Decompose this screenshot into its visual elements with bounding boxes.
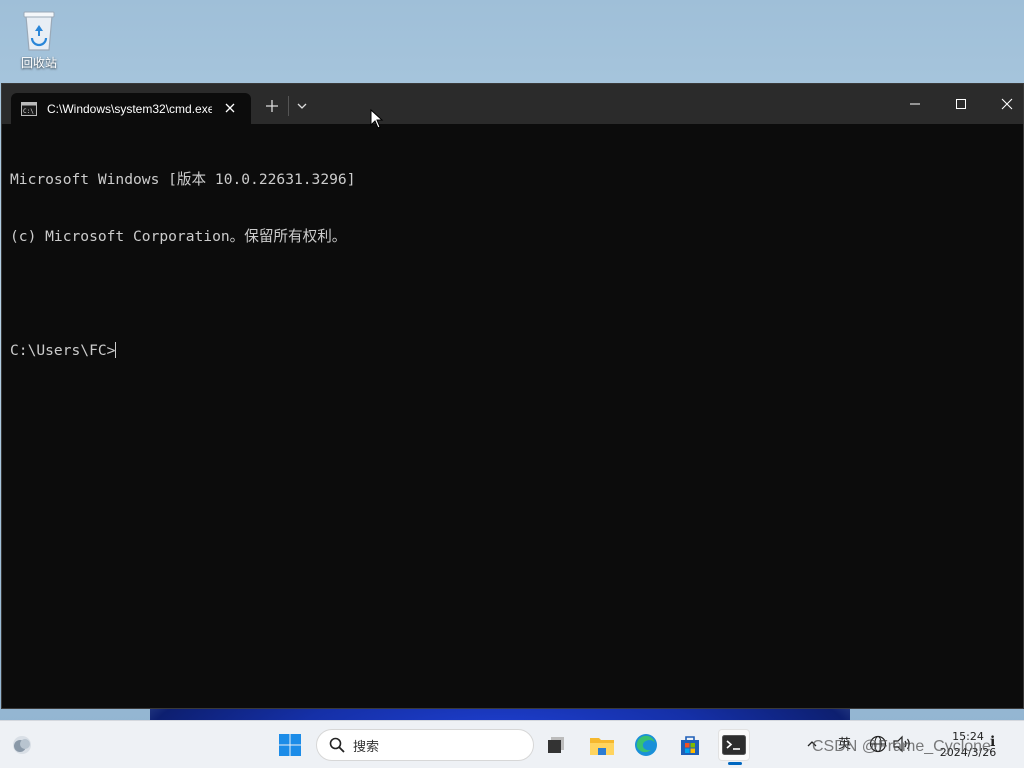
close-tab-icon[interactable]	[223, 101, 237, 115]
maximize-icon	[956, 99, 966, 109]
taskbar-search-box[interactable]: 搜索	[316, 729, 534, 761]
tab-title: C:\Windows\system32\cmd.exe	[47, 101, 212, 116]
close-window-button[interactable]	[984, 84, 1024, 124]
edge-icon	[635, 734, 657, 756]
recycle-bin-icon	[23, 11, 55, 51]
active-app-indicator	[728, 762, 742, 765]
task-view-icon	[548, 737, 564, 753]
close-icon	[1001, 98, 1013, 110]
watermark-text: CSDN @Frame_Cyclone	[812, 738, 991, 755]
task-view-button[interactable]	[540, 729, 572, 761]
prompt-line[interactable]: C:\Users\FC>	[10, 341, 1023, 360]
console-output[interactable]: Microsoft Windows [版本 10.0.22631.3296] (…	[10, 132, 1023, 708]
microsoft-store-button[interactable]	[674, 729, 706, 761]
search-icon	[329, 737, 345, 753]
folder-icon	[590, 738, 614, 755]
console-line: (c) Microsoft Corporation。保留所有权利。	[10, 228, 347, 245]
chevron-down-icon[interactable]	[296, 101, 308, 111]
minimize-icon	[910, 103, 920, 105]
maximize-button[interactable]	[938, 84, 984, 124]
terminal-taskbar-button[interactable]	[718, 729, 750, 765]
cmd-icon: C:\	[21, 101, 37, 116]
terminal-window[interactable]: C:\ C:\Windows\system32\cmd.exe Microsof…	[1, 83, 1024, 709]
weather-icon[interactable]	[10, 733, 34, 757]
console-line: Microsoft Windows [版本 10.0.22631.3296]	[10, 171, 356, 188]
windows-start-icon[interactable]	[278, 733, 302, 757]
tab-separator	[288, 96, 289, 116]
minimize-button[interactable]	[892, 84, 938, 124]
text-caret	[115, 342, 117, 358]
new-tab-icon[interactable]	[264, 98, 280, 114]
search-placeholder: 搜索	[353, 739, 380, 755]
edge-browser-button[interactable]	[630, 729, 662, 761]
taskbar: 搜索 英 15:24 2024/3/26 ℹ CSDN @Frame_Cyclo…	[0, 720, 1024, 768]
recycle-bin-label: 回收站	[20, 56, 57, 70]
svg-text:C:\: C:\	[23, 108, 34, 115]
prompt-text: C:\Users\FC>	[10, 342, 116, 359]
file-explorer-button[interactable]	[586, 729, 618, 761]
title-bar[interactable]: C:\ C:\Windows\system32\cmd.exe	[2, 84, 1024, 129]
store-icon	[681, 736, 699, 755]
terminal-icon	[722, 735, 746, 755]
tab-cmd[interactable]: C:\ C:\Windows\system32\cmd.exe	[11, 93, 251, 124]
mouse-cursor-icon	[370, 109, 384, 129]
recycle-bin-shortcut[interactable]: 回收站	[14, 8, 64, 71]
